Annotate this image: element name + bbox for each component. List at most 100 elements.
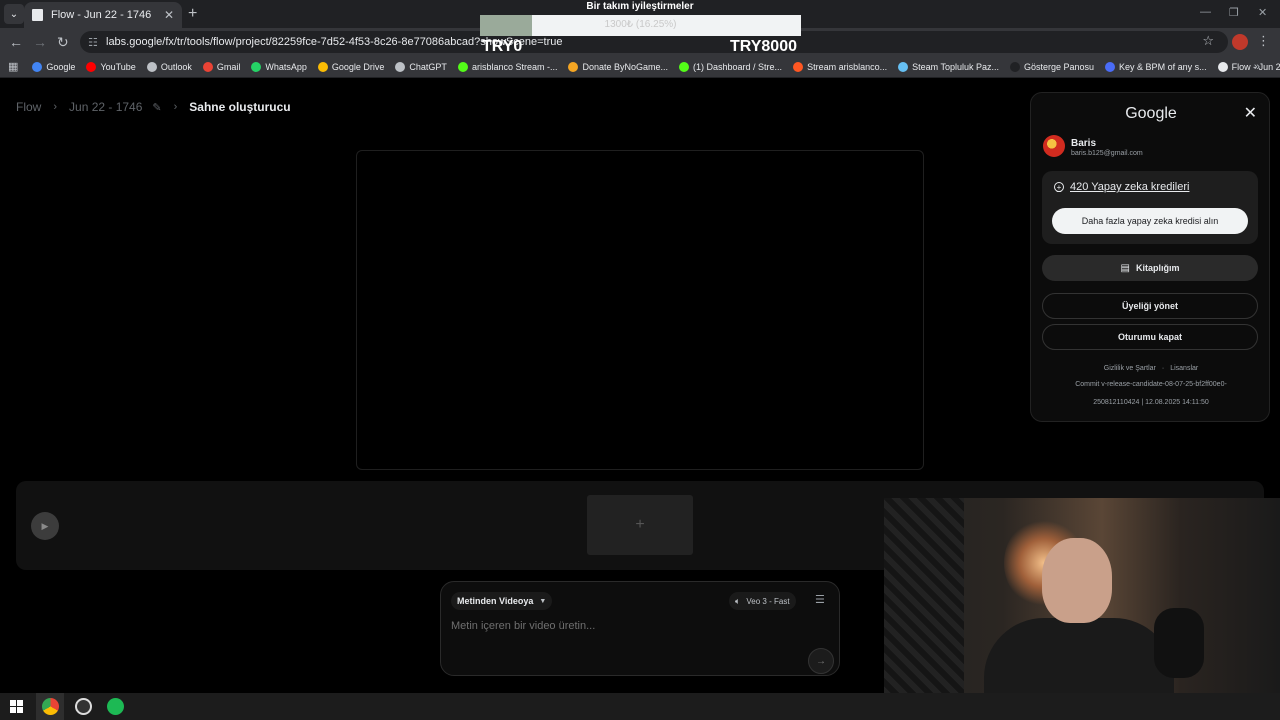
google-logo: Google — [1125, 105, 1177, 122]
bookmark-favicon-icon — [793, 61, 804, 72]
bookmark-favicon-icon — [202, 61, 213, 72]
bookmark-favicon-icon — [568, 61, 579, 72]
bookmark-label: ChatGPT — [409, 61, 447, 72]
chevron-right-icon: › — [173, 101, 178, 113]
bookmark-label: (1) Dashboard / Stre... — [693, 61, 783, 72]
send-arrow-button[interactable]: → — [808, 648, 834, 674]
prompt-input[interactable] — [451, 620, 811, 632]
site-info-icon[interactable]: ☷ — [88, 36, 102, 49]
settings-sliders-icon[interactable]: ☰ — [815, 593, 825, 606]
bookmark-item[interactable]: Key & BPM of any s... — [1105, 61, 1207, 72]
bookmark-favicon-icon — [146, 61, 157, 72]
windows-taskbar — [0, 693, 1280, 720]
bookmark-label: Google Drive — [331, 61, 385, 72]
bookmark-item[interactable]: WhatsApp — [251, 61, 307, 72]
active-tab[interactable]: Flow - Jun 22 - 1746 ✕ — [24, 2, 182, 28]
bookmark-item[interactable]: Stream arisblanco... — [793, 61, 887, 72]
bookmark-label: Donate ByNoGame... — [582, 61, 669, 72]
breadcrumb: Flow › Jun 22 - 1746 ✎ › Sahne oluşturuc… — [16, 100, 291, 114]
build-info: 250812110424 | 12.08.2025 14:11:50 — [1093, 399, 1209, 406]
caret-down-icon: ▼ — [539, 597, 547, 605]
extension-icon[interactable] — [1232, 34, 1248, 50]
bookmark-item[interactable]: Gösterge Panosu — [1010, 61, 1095, 72]
manage-membership-button[interactable]: Üyeliği yönet — [1042, 293, 1258, 319]
scene-preview — [356, 150, 924, 470]
account-name: Baris — [1071, 138, 1097, 149]
bookmark-favicon-icon — [32, 61, 43, 72]
person-head — [1042, 538, 1112, 623]
close-tab-icon[interactable]: ✕ — [164, 8, 174, 22]
donation-max-label: TRY8000 — [730, 38, 797, 55]
play-button[interactable]: ▶ — [31, 512, 59, 540]
bookmark-label: Outlook — [160, 61, 192, 72]
minimize-icon[interactable]: — — [1200, 6, 1211, 18]
library-button[interactable]: ▤ Kitaplığım — [1042, 255, 1258, 281]
page-icon — [32, 9, 43, 21]
chrome-icon[interactable] — [42, 698, 59, 715]
donation-progress-bar: 1300₺ (16.25%) — [480, 15, 801, 36]
breadcrumb-project[interactable]: Jun 22 - 1746 — [69, 100, 142, 114]
forward-icon[interactable]: → — [33, 34, 47, 50]
model-selector[interactable]: 🔈︎ Veo 3 - Fast — [729, 592, 796, 610]
bookmark-label: Gösterge Panosu — [1024, 61, 1095, 72]
new-tab-button[interactable]: + — [188, 5, 197, 23]
sign-out-button[interactable]: Oturumu kapat — [1042, 324, 1258, 350]
apps-grid-icon[interactable]: ▦ — [8, 60, 18, 73]
bookmark-item[interactable]: Steam Topluluk Paz... — [898, 61, 999, 72]
restore-icon[interactable]: ❐ — [1229, 6, 1239, 19]
credits-link[interactable]: + 420 Yapay zeka kredileri — [1054, 181, 1189, 193]
menu-icon[interactable]: ⋮ — [1257, 33, 1270, 49]
plus-circle-icon: + — [1054, 182, 1064, 192]
add-clip-button[interactable]: + — [587, 495, 693, 555]
bookmark-item[interactable]: YouTube — [86, 61, 136, 72]
mode-dropdown[interactable]: Metinden Videoya ▼ — [451, 592, 553, 610]
window-close-icon[interactable]: ✕ — [1258, 6, 1267, 19]
prompt-box: Metinden Videoya ▼ 🔈︎ Veo 3 - Fast ☰ → — [440, 581, 840, 676]
bookmark-item[interactable]: Gmail — [202, 61, 241, 72]
bookmark-item[interactable]: Google — [32, 61, 75, 72]
bookmark-favicon-icon — [1105, 61, 1116, 72]
bookmark-item[interactable]: Donate ByNoGame... — [568, 61, 669, 72]
bookmark-item[interactable]: Outlook — [146, 61, 192, 72]
back-icon[interactable]: ← — [9, 34, 23, 50]
credits-card: + 420 Yapay zeka kredileri Daha fazla ya… — [1042, 171, 1258, 244]
bookmark-favicon-icon — [251, 61, 262, 72]
acoustic-foam — [884, 498, 964, 720]
bookmark-item[interactable]: arisblanco Stream -... — [457, 61, 558, 72]
microphone — [1154, 608, 1204, 678]
donation-goal-title: Bir takım iyileştirmeler — [586, 1, 694, 12]
bookmark-label: arisblanco Stream -... — [471, 61, 558, 72]
bookmark-item[interactable]: Flow - Jun 22 - 1746 — [1217, 61, 1280, 72]
donation-min-label: TRY0 — [482, 38, 523, 55]
bookmark-label: Steam Topluluk Paz... — [912, 61, 999, 72]
account-email: baris.b125@gmail.com — [1071, 150, 1143, 157]
avatar — [1043, 135, 1065, 157]
bookmark-item[interactable]: Google Drive — [317, 61, 385, 72]
obs-icon[interactable] — [75, 698, 92, 715]
close-icon[interactable]: ✕ — [1244, 103, 1257, 123]
more-bookmarks-icon[interactable]: » — [1254, 61, 1260, 73]
edit-pencil-icon[interactable]: ✎ — [152, 101, 161, 114]
donation-progress-text: 1300₺ (16.25%) — [604, 19, 677, 30]
chevron-right-icon: › — [53, 101, 58, 113]
commit-info: Commit v-release-candidate-08-07-25-bf2f… — [1075, 381, 1227, 388]
breadcrumb-root[interactable]: Flow — [16, 100, 41, 114]
tab-title: Flow - Jun 22 - 1746 — [51, 9, 152, 21]
spotify-icon[interactable] — [107, 698, 124, 715]
tab-search-button[interactable]: ⌄ — [4, 4, 24, 24]
bookmark-star-icon[interactable]: ☆ — [1202, 33, 1214, 49]
bookmark-label: Gmail — [216, 61, 241, 72]
webcam-feed — [884, 498, 1280, 720]
windows-start-icon[interactable] — [10, 700, 23, 713]
get-more-credits-button[interactable]: Daha fazla yapay zeka kredisi alın — [1052, 208, 1248, 234]
credits-label: 420 Yapay zeka kredileri — [1070, 181, 1190, 193]
licenses-link[interactable]: Lisanslar — [1170, 365, 1198, 372]
privacy-link[interactable]: Gizlilik ve Şartlar — [1104, 365, 1156, 372]
bookmark-favicon-icon — [317, 61, 328, 72]
bookmark-item[interactable]: ChatGPT — [395, 61, 447, 72]
reload-icon[interactable]: ↻ — [57, 34, 69, 51]
google-account-panel: Google ✕ Baris baris.b125@gmail.com + 42… — [1030, 92, 1270, 422]
footer-links: Gizlilik ve Şartlar · Lisanslar — [1103, 365, 1199, 372]
bookmark-item[interactable]: (1) Dashboard / Stre... — [679, 61, 783, 72]
bookmark-favicon-icon — [898, 61, 909, 72]
